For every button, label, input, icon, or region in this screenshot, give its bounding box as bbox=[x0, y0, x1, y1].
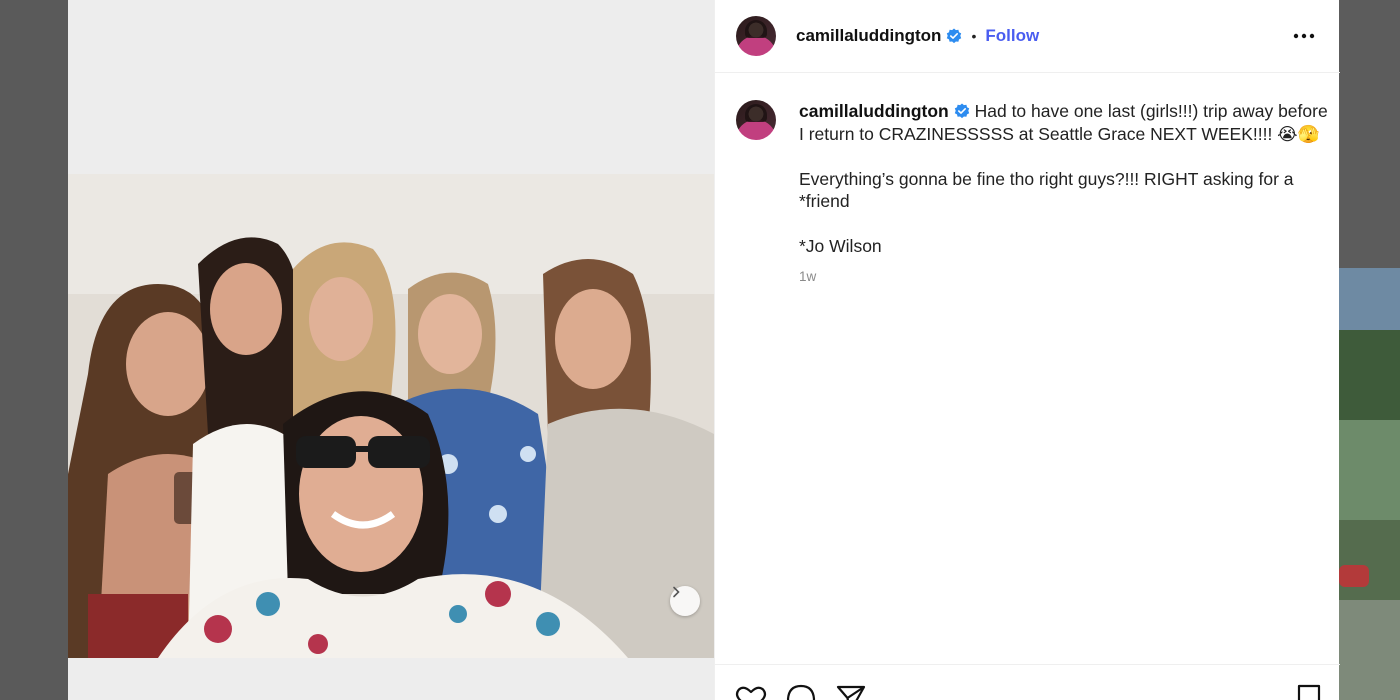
heart-icon[interactable] bbox=[735, 683, 767, 700]
post-modal: camillaluddington • Follow camillaluddin… bbox=[68, 0, 1340, 700]
bookmark-icon[interactable] bbox=[1293, 683, 1325, 700]
chevron-right-icon bbox=[673, 586, 680, 598]
caption-line-3: *Jo Wilson bbox=[799, 236, 882, 256]
caption-avatar[interactable] bbox=[736, 100, 776, 140]
media-padding-top bbox=[68, 0, 714, 174]
backdrop-right bbox=[1339, 0, 1400, 700]
media-padding-bottom bbox=[68, 658, 714, 700]
caption-line-2: Everything’s gonna be fine tho right guy… bbox=[799, 168, 1294, 212]
follow-button[interactable]: Follow bbox=[985, 26, 1039, 46]
avatar[interactable] bbox=[736, 16, 776, 56]
more-options-button[interactable] bbox=[1292, 24, 1316, 48]
post-actions bbox=[715, 664, 1340, 700]
separator-dot: • bbox=[971, 28, 977, 44]
verified-badge-icon bbox=[954, 103, 970, 119]
group-selfie-illustration bbox=[68, 174, 714, 658]
verified-badge-icon bbox=[946, 28, 962, 44]
caption-username[interactable]: camillaluddington bbox=[799, 101, 949, 121]
post-header: camillaluddington • Follow bbox=[715, 0, 1340, 73]
post-sidebar: camillaluddington • Follow camillaluddin… bbox=[714, 0, 1340, 700]
backdrop-left bbox=[0, 0, 68, 700]
post-timestamp[interactable]: 1w bbox=[799, 266, 1329, 289]
comment-icon[interactable] bbox=[785, 683, 817, 700]
post-media bbox=[68, 0, 714, 700]
backdrop-car bbox=[1339, 565, 1369, 587]
next-photo-button[interactable] bbox=[670, 586, 700, 616]
caption-text: camillaluddington Had to have one last (… bbox=[799, 100, 1329, 288]
more-options-icon bbox=[1293, 33, 1315, 39]
paper-plane-icon[interactable] bbox=[835, 683, 867, 700]
post-photo bbox=[68, 174, 714, 658]
username-link[interactable]: camillaluddington bbox=[796, 26, 941, 46]
